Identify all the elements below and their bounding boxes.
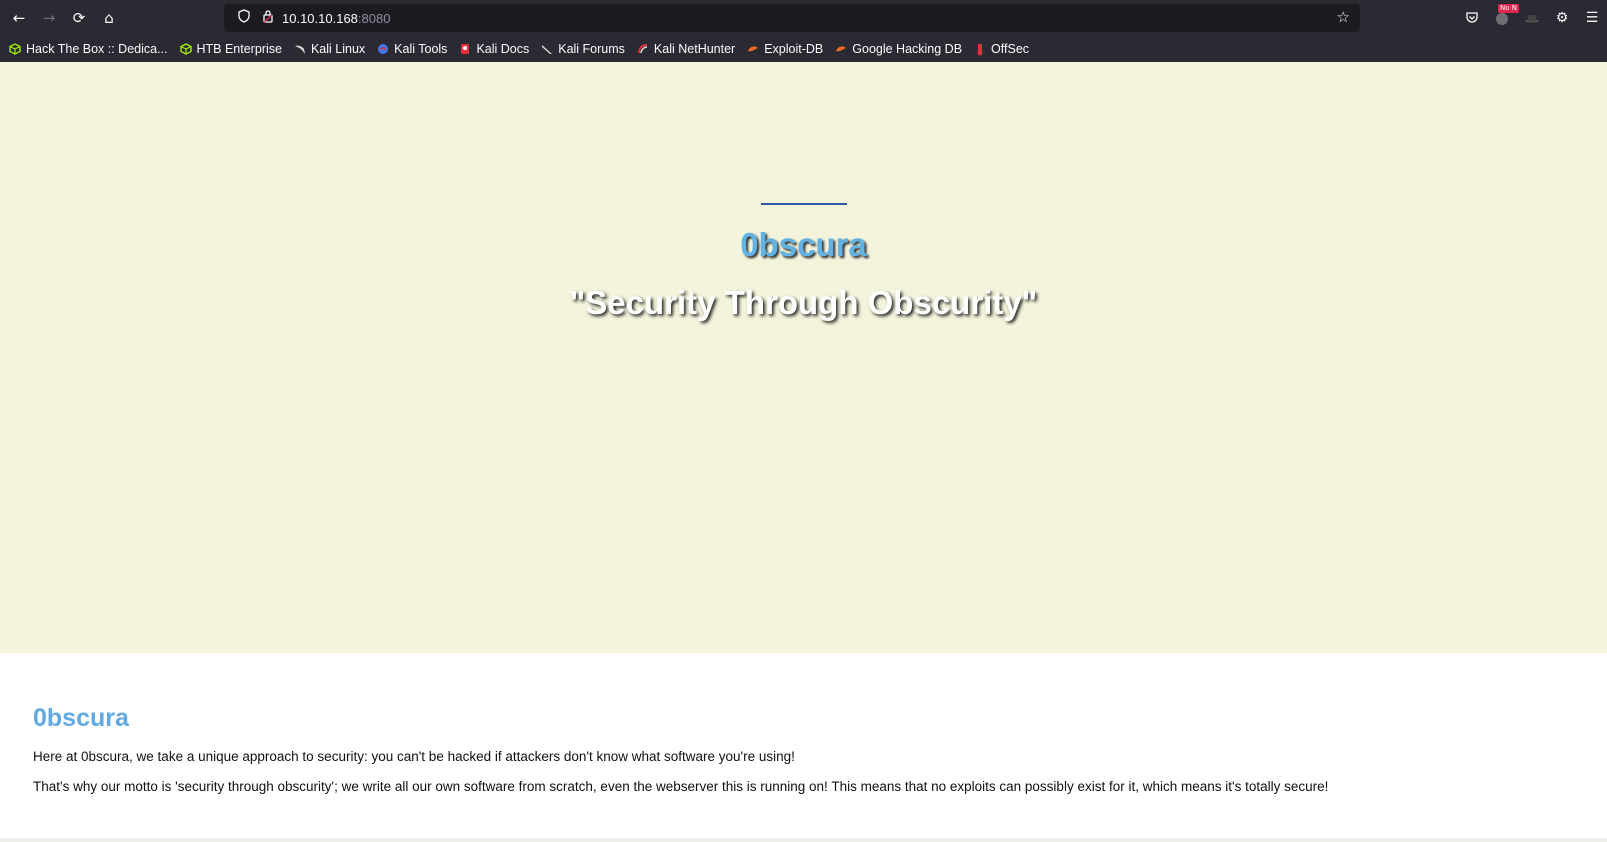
bookmark-label: Kali NetHunter <box>653 42 736 56</box>
offsec-icon <box>973 42 987 56</box>
pocket-icon[interactable] <box>1461 7 1483 29</box>
bookmark-label: HTB Enterprise <box>196 42 282 56</box>
nav-buttons: ← → ⟳ ⌂ <box>4 3 124 33</box>
bookmark-item[interactable]: Kali Tools <box>376 42 447 56</box>
back-icon[interactable]: ← <box>4 3 34 33</box>
bookmarks-bar: Hack The Box :: Dedica... HTB Enterprise… <box>0 36 1607 62</box>
exploitdb-icon <box>834 42 848 56</box>
bookmark-item[interactable]: Kali Linux <box>293 42 365 56</box>
url-port: :8080 <box>357 10 391 26</box>
hero-divider <box>761 203 847 205</box>
page-bottom-edge <box>0 838 1607 842</box>
content-section: 0bscura Here at 0bscura, we take a uniqu… <box>0 653 1607 842</box>
bookmark-item[interactable]: Hack The Box :: Dedica... <box>8 42 168 56</box>
bookmark-label: Kali Tools <box>394 42 448 56</box>
hero-title: 0bscura <box>740 226 867 263</box>
extension-noscript-icon[interactable]: No N <box>1491 4 1519 29</box>
kali-tools-icon <box>376 42 390 56</box>
url-text[interactable]: 10.10.10.168:8080 <box>282 11 390 26</box>
bookmark-label: Kali Forums <box>558 42 625 56</box>
menu-icon[interactable]: ☰ <box>1581 7 1603 29</box>
extension-badge: No N <box>1498 4 1519 13</box>
lock-icon[interactable] <box>256 9 280 27</box>
bookmark-item[interactable]: Kali NetHunter <box>636 42 735 56</box>
kali-dragon-icon <box>293 42 307 56</box>
url-bar[interactable]: 10.10.10.168:8080 ☆ <box>224 4 1360 32</box>
bookmark-label: Hack The Box :: Dedica... <box>26 42 168 56</box>
extension-gear-icon[interactable]: ⚙ <box>1551 7 1573 29</box>
extension-hat-icon[interactable] <box>1521 7 1543 29</box>
htb-cube-icon <box>179 42 193 56</box>
bookmark-item[interactable]: HTB Enterprise <box>179 42 282 56</box>
bookmark-item[interactable]: Kali Docs <box>458 42 529 56</box>
bookmark-label: Kali Docs <box>476 42 530 56</box>
bookmark-label: Google Hacking DB <box>852 42 963 56</box>
bookmark-label: OffSec <box>991 42 1030 56</box>
bookmark-star-icon[interactable]: ☆ <box>1337 8 1350 26</box>
url-host: 10.10.10.168 <box>282 10 358 26</box>
intro-paragraph: Here at 0bscura, we take a unique approa… <box>33 749 795 764</box>
htb-cube-icon <box>8 42 22 56</box>
browser-toolbar: ← → ⟳ ⌂ 10.10.10.168:8080 ☆ No N ⚙ ☰ <box>0 0 1607 36</box>
toolbar-right-icons: No N ⚙ ☰ <box>1461 0 1607 36</box>
kali-dragon-icon <box>540 42 554 56</box>
shield-icon[interactable] <box>232 9 256 27</box>
reload-icon[interactable]: ⟳ <box>64 3 94 33</box>
kali-docs-icon <box>458 42 472 56</box>
hero-section: 0bscura "Security Through Obscurity" <box>0 62 1607 653</box>
nethunter-icon <box>636 42 650 56</box>
content-title: 0bscura <box>33 704 129 732</box>
motto-paragraph: That's why our motto is 'security throug… <box>33 779 1329 794</box>
bookmark-label: Kali Linux <box>310 42 366 56</box>
bookmark-item[interactable]: OffSec <box>973 42 1029 56</box>
bookmark-item[interactable]: Exploit-DB <box>746 42 823 56</box>
browser-chrome: ← → ⟳ ⌂ 10.10.10.168:8080 ☆ No N ⚙ ☰ Hac… <box>0 0 1607 62</box>
bookmark-item[interactable]: Google Hacking DB <box>834 42 962 56</box>
home-icon[interactable]: ⌂ <box>94 3 124 33</box>
exploitdb-icon <box>746 42 760 56</box>
bookmark-item[interactable]: Kali Forums <box>540 42 625 56</box>
bookmark-label: Exploit-DB <box>764 42 824 56</box>
hero-motto: "Security Through Obscurity" <box>569 284 1038 321</box>
forward-icon[interactable]: → <box>34 3 64 33</box>
